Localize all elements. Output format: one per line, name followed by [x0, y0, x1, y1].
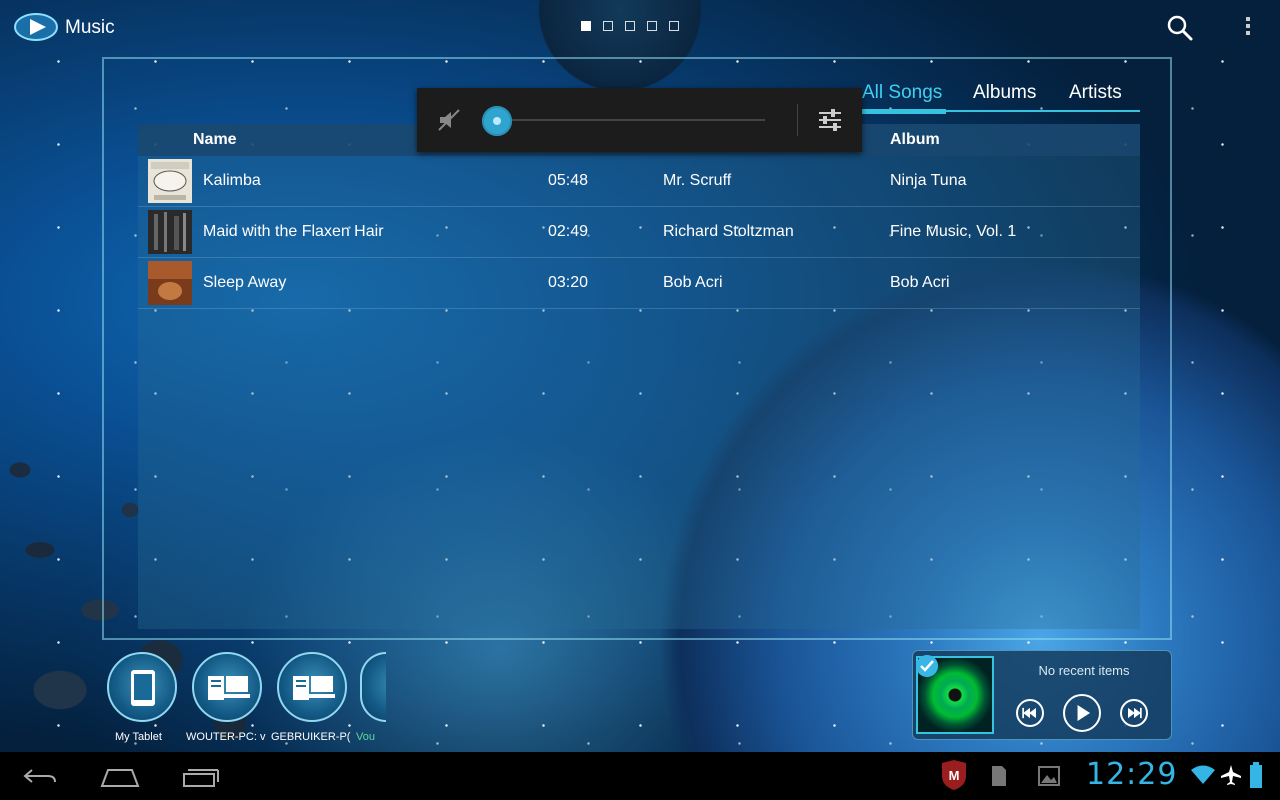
- library-tabs: All Songs Albums Artists: [859, 80, 1140, 114]
- airplane-mode-icon: [1221, 765, 1241, 785]
- status-clock: 12:29: [1086, 757, 1178, 792]
- page-dot[interactable]: [603, 21, 613, 31]
- device-my-tablet[interactable]: [107, 652, 177, 722]
- battery-icon: [1250, 762, 1262, 788]
- album-cover-bob-acri: [148, 261, 192, 305]
- overflow-menu-icon[interactable]: [1240, 14, 1256, 42]
- server-icon: [293, 676, 335, 700]
- tab-artists[interactable]: Artists: [1069, 82, 1122, 104]
- song-duration: 03:20: [548, 274, 589, 291]
- device-label: GEBRUIKER-P(: [271, 731, 351, 743]
- song-artist: Mr. Scruff: [663, 172, 732, 189]
- tab-albums[interactable]: Albums: [973, 82, 1036, 104]
- page-dot[interactable]: [581, 21, 591, 31]
- play-icon[interactable]: [1063, 694, 1101, 732]
- checkmark-icon: [916, 655, 938, 677]
- song-album: Ninja Tuna: [890, 172, 967, 189]
- now-playing-status: No recent items: [1038, 663, 1130, 678]
- volume-popup: [417, 88, 862, 152]
- song-row[interactable]: Kalimba 05:48 Mr. Scruff Ninja Tuna: [138, 156, 1140, 207]
- mcafee-icon: M: [942, 760, 966, 790]
- gallery-icon: [1038, 766, 1060, 786]
- action-bar: Music: [0, 0, 1280, 56]
- search-icon[interactable]: [1166, 14, 1194, 42]
- album-cover-fine-music: [148, 210, 192, 254]
- song-album: Bob Acri: [890, 274, 950, 291]
- divider: [797, 104, 798, 136]
- album-cover-ninja-tuna: [148, 159, 192, 203]
- song-duration: 05:48: [548, 172, 589, 189]
- home-page-indicator: [581, 21, 679, 31]
- song-title: Maid with the Flaxen Hair: [203, 223, 384, 240]
- device-partial[interactable]: [360, 652, 386, 722]
- song-row[interactable]: Sleep Away 03:20 Bob Acri Bob Acri: [138, 258, 1140, 309]
- home-icon[interactable]: [100, 764, 140, 788]
- volume-slider-thumb[interactable]: [482, 106, 512, 136]
- previous-track-icon[interactable]: [1016, 699, 1044, 727]
- sd-card-icon: [992, 766, 1006, 786]
- equalizer-settings-icon[interactable]: [817, 107, 843, 133]
- volume-muted-icon[interactable]: [437, 108, 461, 132]
- device-label: WOUTER-PC: v: [186, 731, 266, 743]
- app-logo-icon[interactable]: [14, 12, 58, 42]
- server-icon: [208, 676, 250, 700]
- device-gebruiker-pc[interactable]: [277, 652, 347, 722]
- back-icon[interactable]: [22, 766, 58, 788]
- column-header-album[interactable]: Album: [890, 131, 940, 149]
- song-duration: 02:49: [548, 223, 589, 240]
- next-track-icon[interactable]: [1120, 699, 1148, 727]
- tab-all-songs[interactable]: All Songs: [859, 82, 947, 114]
- page-dot[interactable]: [669, 21, 679, 31]
- recent-apps-icon[interactable]: [182, 766, 220, 788]
- svg-text:M: M: [949, 768, 960, 783]
- tablet-icon: [131, 670, 155, 706]
- song-album: Fine Music, Vol. 1: [890, 223, 1017, 240]
- song-row[interactable]: Maid with the Flaxen Hair 02:49 Richard …: [138, 207, 1140, 258]
- song-artist: Richard Stoltzman: [663, 223, 794, 240]
- device-label: Vou: [356, 731, 375, 743]
- app-title: Music: [65, 17, 115, 38]
- song-title: Sleep Away: [203, 274, 287, 291]
- song-title: Kalimba: [203, 172, 261, 189]
- wifi-icon: [1191, 765, 1215, 784]
- device-wouter-pc[interactable]: [192, 652, 262, 722]
- volume-slider-track[interactable]: [497, 119, 765, 121]
- page-dot[interactable]: [625, 21, 635, 31]
- song-artist: Bob Acri: [663, 274, 723, 291]
- column-header-name[interactable]: Name: [193, 131, 237, 149]
- page-dot[interactable]: [647, 21, 657, 31]
- device-label: My Tablet: [115, 731, 162, 743]
